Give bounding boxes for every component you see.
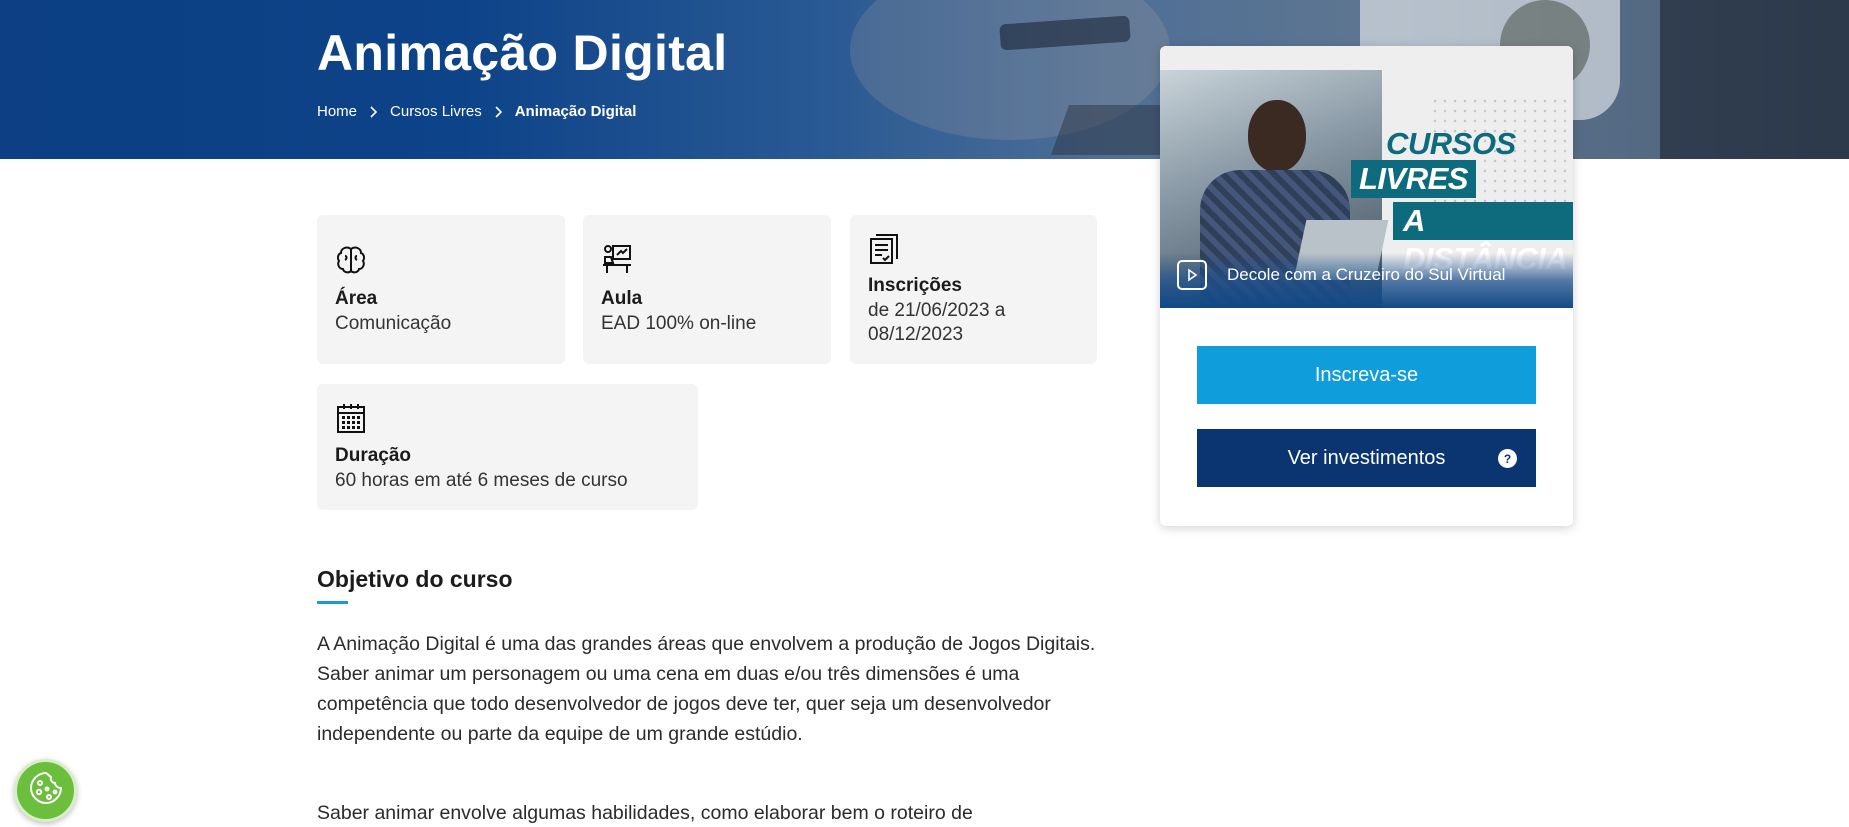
promo-video-thumbnail[interactable]: CURSOS LIVRES A DISTÂNCIA Decole com a C… bbox=[1160, 46, 1573, 308]
info-value: de 21/06/2023 a bbox=[868, 300, 1006, 321]
breadcrumb: Home Cursos Livres Animação Digital bbox=[317, 103, 636, 120]
calendar-icon bbox=[335, 402, 367, 439]
cookie-icon bbox=[28, 770, 64, 811]
breadcrumb-home[interactable]: Home bbox=[317, 103, 357, 120]
info-card-aula: Aula EAD 100% on-line bbox=[583, 215, 831, 364]
info-card-area: Área Comunicação bbox=[317, 215, 565, 364]
document-list-icon bbox=[868, 233, 900, 270]
cookie-settings-button[interactable] bbox=[14, 759, 77, 822]
brain-icon bbox=[335, 244, 367, 281]
hero-bg-shape bbox=[1660, 0, 1849, 159]
info-value: 08/12/2023 bbox=[868, 324, 964, 345]
info-card-duracao: Duração 60 horas em até 6 meses de curso bbox=[317, 384, 698, 510]
info-label: Aula bbox=[601, 288, 643, 309]
page-title: Animação Digital bbox=[317, 25, 728, 81]
enroll-button[interactable]: Inscreva-se bbox=[1197, 346, 1536, 404]
info-label: Inscrições bbox=[868, 275, 962, 296]
section-underline bbox=[317, 601, 348, 604]
info-value: Comunicação bbox=[335, 313, 452, 334]
enrollment-card: CURSOS LIVRES A DISTÂNCIA Decole com a C… bbox=[1160, 46, 1573, 526]
enroll-button-label: Inscreva-se bbox=[1314, 363, 1419, 386]
chevron-right-icon bbox=[494, 105, 503, 118]
promo-caption: Decole com a Cruzeiro do Sul Virtual bbox=[1227, 265, 1506, 284]
help-icon[interactable]: ? bbox=[1498, 449, 1517, 468]
view-investments-button[interactable]: Ver investimentos ? bbox=[1197, 429, 1536, 487]
objective-paragraph: Saber animar envolve algumas habilidades… bbox=[317, 802, 973, 824]
info-value: 60 horas em até 6 meses de curso bbox=[335, 470, 628, 491]
teacher-desk-icon bbox=[601, 243, 633, 280]
promo-heading-line: A DISTÂNCIA bbox=[1393, 202, 1573, 276]
objective-paragraph: A Animação Digital é uma das grandes áre… bbox=[317, 633, 1096, 745]
promo-heading-line: LIVRES bbox=[1351, 160, 1476, 198]
breadcrumb-current: Animação Digital bbox=[514, 103, 637, 120]
play-icon[interactable] bbox=[1177, 260, 1207, 290]
chevron-right-icon bbox=[369, 105, 378, 118]
info-value: EAD 100% on-line bbox=[601, 313, 757, 334]
info-label: Duração bbox=[335, 445, 412, 466]
view-investments-label: Ver investimentos bbox=[1287, 446, 1446, 469]
breadcrumb-cursos-livres[interactable]: Cursos Livres bbox=[390, 103, 482, 120]
promo-heading-line: CURSOS bbox=[1386, 126, 1516, 161]
info-label: Área bbox=[335, 288, 378, 309]
section-title: Objetivo do curso bbox=[317, 566, 513, 592]
info-card-inscricoes: Inscrições de 21/06/2023 a 08/12/2023 bbox=[850, 215, 1097, 364]
